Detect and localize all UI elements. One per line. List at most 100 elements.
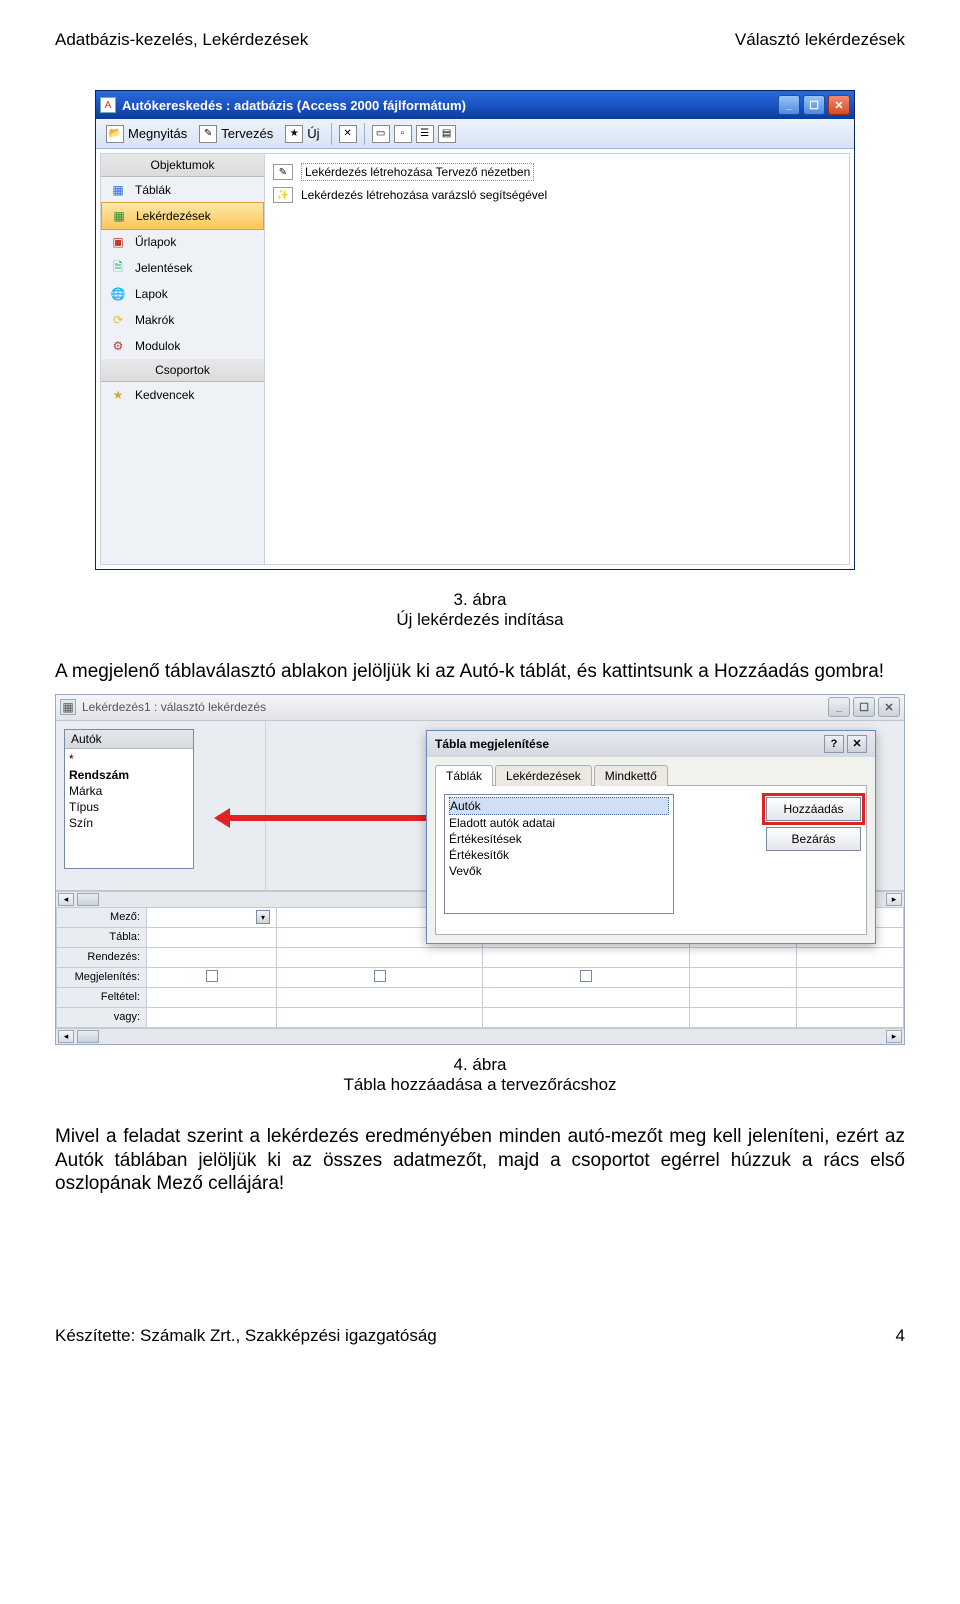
query-title: Lekérdezés1 : választó lekérdezés xyxy=(82,700,828,714)
sidebar-item-forms[interactable]: ▣ Űrlapok xyxy=(101,229,264,255)
sidebar-item-tables[interactable]: ▦ Táblák xyxy=(101,177,264,203)
figure3-number: 3. ábra xyxy=(55,590,905,610)
db-main-pane: ✎ Lekérdezés létrehozása Tervező nézetbe… xyxy=(265,153,850,565)
sidebar-item-queries[interactable]: ▦ Lekérdezések xyxy=(101,202,264,230)
groups-header: Csoportok xyxy=(101,359,264,382)
dialog-title: Tábla megjelenítése xyxy=(435,737,549,751)
pages-icon: 🌐 xyxy=(109,286,127,302)
list-item[interactable]: Eladott autók adatai xyxy=(449,815,669,831)
toolbar-separator xyxy=(364,123,365,145)
grid-label: Mező: xyxy=(57,907,147,927)
sidebar-item-modules[interactable]: ⚙ Modulok xyxy=(101,333,264,359)
toolbar-separator xyxy=(331,123,332,145)
minimize-button[interactable]: _ xyxy=(828,697,850,717)
show-checkbox[interactable] xyxy=(206,970,218,982)
view-details-icon[interactable]: ▤ xyxy=(438,125,456,143)
show-table-dialog: Tábla megjelenítése ? ✕ Táblák Lekérdezé… xyxy=(426,730,876,944)
field-item[interactable]: * xyxy=(69,751,189,767)
minimize-button[interactable]: _ xyxy=(778,95,800,115)
design-button[interactable]: ✎ Tervezés xyxy=(195,123,277,145)
dropdown-icon[interactable]: ▾ xyxy=(256,910,270,924)
list-item[interactable]: Vevők xyxy=(449,863,669,879)
new-icon: ★ xyxy=(285,125,303,143)
list-item[interactable]: Értékesítők xyxy=(449,847,669,863)
sidebar-item-reports[interactable]: 🗎 Jelentések xyxy=(101,255,264,281)
macros-icon: ⟳ xyxy=(109,312,127,328)
delete-icon[interactable]: ✕ xyxy=(339,125,357,143)
open-label: Megnyitás xyxy=(128,126,187,141)
figure3-caption: Új lekérdezés indítása xyxy=(55,610,905,630)
open-button[interactable]: 📂 Megnyitás xyxy=(102,123,191,145)
new-label: Új xyxy=(307,126,319,141)
sidebar-label: Modulok xyxy=(135,339,180,353)
tab-queries[interactable]: Lekérdezések xyxy=(495,765,592,786)
design-view-icon: ✎ xyxy=(273,164,293,180)
sidebar-label: Lapok xyxy=(135,287,168,301)
close-dialog-button[interactable]: Bezárás xyxy=(766,827,861,851)
scroll-right-icon[interactable]: ▸ xyxy=(886,893,902,906)
sidebar-label: Űrlapok xyxy=(135,235,176,249)
sidebar-item-macros[interactable]: ⟳ Makrók xyxy=(101,307,264,333)
footer-left: Készítette: Számalk Zrt., Szakképzési ig… xyxy=(55,1326,437,1346)
help-button[interactable]: ? xyxy=(824,735,844,753)
maximize-button[interactable]: ☐ xyxy=(853,697,875,717)
db-title: Autókereskedés : adatbázis (Access 2000 … xyxy=(122,98,778,113)
tab-both[interactable]: Mindkettő xyxy=(594,765,668,786)
scroll-right-icon[interactable]: ▸ xyxy=(886,1030,902,1043)
sidebar-label: Táblák xyxy=(135,183,171,197)
grid-label: vagy: xyxy=(57,1007,147,1027)
add-button[interactable]: Hozzáadás xyxy=(766,797,861,821)
list-item[interactable]: Értékesítések xyxy=(449,831,669,847)
list-item[interactable]: Autók xyxy=(449,797,669,815)
forms-icon: ▣ xyxy=(109,234,127,250)
field-item[interactable]: Rendszám xyxy=(69,767,189,783)
query-icon: ▦ xyxy=(60,699,76,715)
tables-icon: ▦ xyxy=(109,182,127,198)
paragraph-2: Mivel a feladat szerint a lekérdezés ere… xyxy=(55,1125,905,1196)
design-icon: ✎ xyxy=(199,125,217,143)
view-large-icon[interactable]: ▭ xyxy=(372,125,390,143)
header-right: Választó lekérdezések xyxy=(735,30,905,50)
new-button[interactable]: ★ Új xyxy=(281,123,323,145)
field-item[interactable]: Szín xyxy=(69,815,189,831)
dialog-close-button[interactable]: ✕ xyxy=(847,735,867,753)
scroll-left-icon[interactable]: ◂ xyxy=(58,893,74,906)
grid-label: Megjelenítés: xyxy=(57,967,147,987)
header-left: Adatbázis-kezelés, Lekérdezések xyxy=(55,30,308,50)
view-list-icon[interactable]: ☰ xyxy=(416,125,434,143)
show-checkbox[interactable] xyxy=(580,970,592,982)
scroll-thumb[interactable] xyxy=(77,1030,99,1043)
db-titlebar: A Autókereskedés : adatbázis (Access 200… xyxy=(96,91,854,119)
show-checkbox[interactable] xyxy=(374,970,386,982)
grid-label: Rendezés: xyxy=(57,947,147,967)
fieldlist-title: Autók xyxy=(65,730,193,749)
wizard-icon: ✨ xyxy=(273,187,293,203)
modules-icon: ⚙ xyxy=(109,338,127,354)
grid-h-scrollbar[interactable]: ◂ ▸ xyxy=(56,1028,904,1044)
sidebar-item-pages[interactable]: 🌐 Lapok xyxy=(101,281,264,307)
scroll-left-icon[interactable]: ◂ xyxy=(58,1030,74,1043)
db-toolbar: 📂 Megnyitás ✎ Tervezés ★ Új ✕ ▭ ▫ ☰ ▤ xyxy=(96,119,854,149)
create-query-design[interactable]: ✎ Lekérdezés létrehozása Tervező nézetbe… xyxy=(271,160,843,184)
field-item[interactable]: Márka xyxy=(69,783,189,799)
query-titlebar: ▦ Lekérdezés1 : választó lekérdezés _ ☐ … xyxy=(56,695,904,721)
sidebar-label: Kedvencek xyxy=(135,388,194,402)
table-fieldlist[interactable]: Autók * Rendszám Márka Típus Szín xyxy=(64,729,194,869)
design-label: Tervezés xyxy=(221,126,273,141)
query-window: ▦ Lekérdezés1 : választó lekérdezés _ ☐ … xyxy=(55,694,905,1045)
scroll-thumb[interactable] xyxy=(77,893,99,906)
view-small-icon[interactable]: ▫ xyxy=(394,125,412,143)
dialog-titlebar: Tábla megjelenítése ? ✕ xyxy=(427,731,875,757)
tab-tables[interactable]: Táblák xyxy=(435,765,493,786)
maximize-button[interactable]: ☐ xyxy=(803,95,825,115)
figure4-number: 4. ábra xyxy=(55,1055,905,1075)
sidebar-item-favorites[interactable]: ★ Kedvencek xyxy=(101,382,264,408)
queries-icon: ▦ xyxy=(110,208,128,224)
close-button[interactable]: ✕ xyxy=(878,697,900,717)
create-query-wizard[interactable]: ✨ Lekérdezés létrehozása varázsló segíts… xyxy=(271,184,843,206)
table-list[interactable]: Autók Eladott autók adatai Értékesítések… xyxy=(444,794,674,914)
close-button[interactable]: ✕ xyxy=(828,95,850,115)
footer-page: 4 xyxy=(896,1326,905,1346)
reports-icon: 🗎 xyxy=(109,260,127,276)
field-item[interactable]: Típus xyxy=(69,799,189,815)
